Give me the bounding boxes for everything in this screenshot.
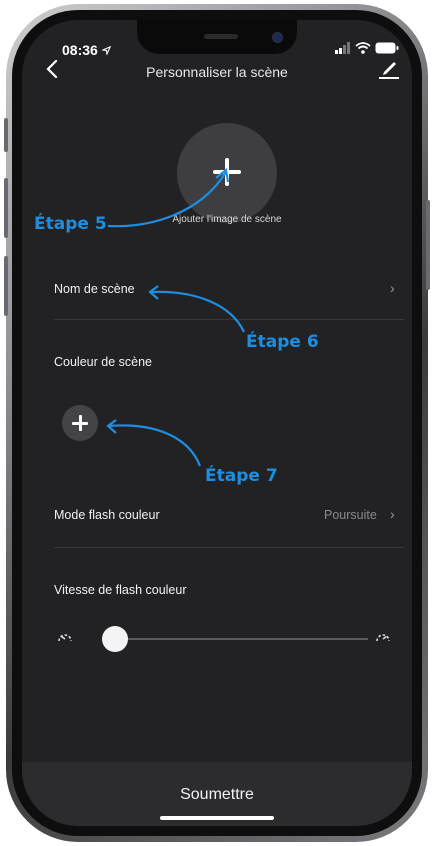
arrow-step5 [107, 171, 227, 228]
step7-annotation: Étape 7 [205, 466, 278, 486]
arrowhead-step5 [215, 167, 230, 183]
arrow-step6 [149, 290, 245, 333]
arrow-step7 [107, 424, 202, 467]
step6-annotation: Étape 6 [246, 332, 319, 352]
annotation-arrows [106, 167, 245, 467]
step5-annotation: Étape 5 [34, 214, 107, 234]
